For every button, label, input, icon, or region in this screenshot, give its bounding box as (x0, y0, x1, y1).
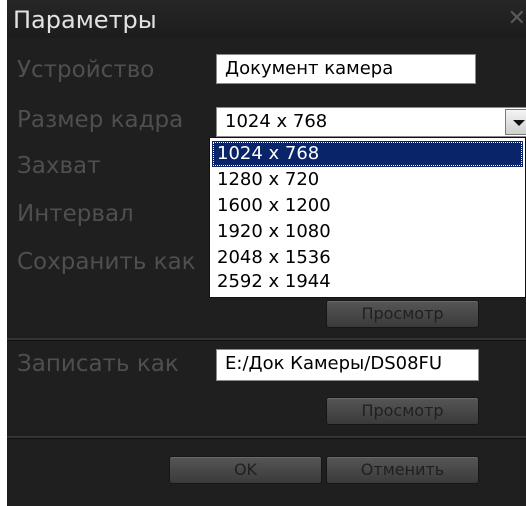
frame-size-option[interactable]: 2592 x 1944 (212, 269, 523, 295)
frame-size-dropdown-list: 1024 x 768 1280 x 720 1600 x 1200 1920 x… (209, 137, 526, 298)
separator (7, 338, 526, 341)
device-field[interactable]: Документ камера (216, 54, 476, 84)
title-bar[interactable]: Параметры ✕ (7, 0, 526, 38)
frame-size-selected-value: 1024 x 768 (225, 111, 328, 132)
interval-label: Интервал (17, 201, 134, 227)
frame-size-option[interactable]: 1024 x 768 (212, 141, 523, 167)
close-icon[interactable]: ✕ (508, 8, 526, 30)
frame-size-label: Размер кадра (17, 107, 184, 133)
frame-size-option[interactable]: 1920 x 1080 (212, 219, 523, 245)
dialog-title: Параметры (13, 6, 157, 34)
frame-size-option[interactable]: 2048 x 1536 (212, 245, 523, 271)
capture-label: Захват (17, 153, 101, 179)
record-path-field[interactable]: E:/Док Камеры/DS08FU (216, 349, 479, 381)
cancel-button[interactable]: Отменить (326, 456, 479, 484)
frame-size-option[interactable]: 1600 x 1200 (212, 193, 523, 219)
frame-size-option[interactable]: 1280 x 720 (212, 167, 523, 193)
save-as-label: Сохранить как (17, 249, 196, 275)
ok-button[interactable]: OK (169, 456, 322, 484)
device-label: Устройство (17, 57, 155, 83)
chevron-down-icon[interactable] (505, 109, 526, 135)
frame-size-select[interactable]: 1024 x 768 (216, 107, 526, 137)
browse-save-button[interactable]: Просмотр (326, 300, 479, 328)
browse-record-button[interactable]: Просмотр (326, 397, 479, 425)
record-as-label: Записать как (17, 351, 179, 377)
separator (7, 436, 526, 439)
